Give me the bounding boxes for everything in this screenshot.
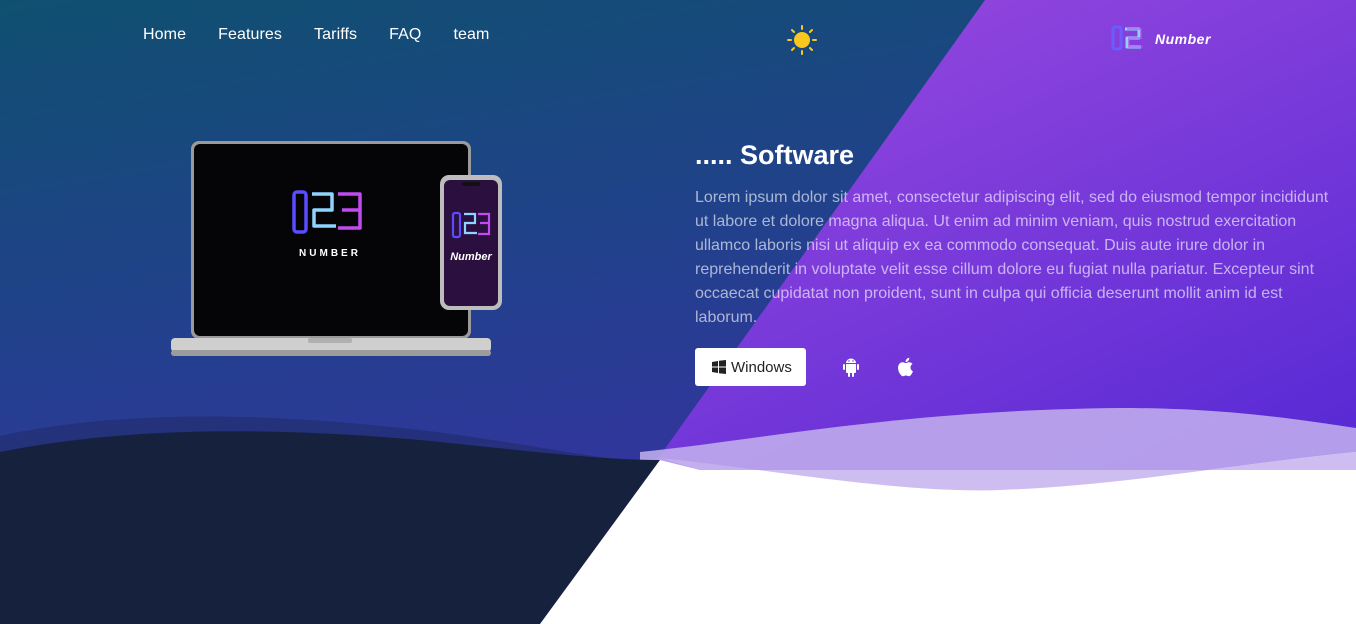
phone-screen-text: Number [450, 251, 492, 263]
nav-faq[interactable]: FAQ [389, 26, 421, 44]
android-icon [842, 358, 859, 377]
apple-icon [897, 357, 913, 377]
windows-download-label: Windows [731, 358, 792, 376]
main-nav: Home Features Tariffs FAQ team [143, 26, 489, 44]
landing-page: Home Features Tariffs FAQ team Number NU… [0, 0, 1356, 624]
apple-download-button[interactable] [896, 356, 918, 378]
download-options: Windows [695, 348, 918, 386]
nav-features[interactable]: Features [218, 26, 282, 44]
sun-icon [787, 25, 817, 55]
theme-toggle-button[interactable] [786, 24, 818, 56]
laptop-screen-text: NUMBER [299, 248, 361, 259]
android-download-button[interactable] [840, 356, 862, 378]
nav-tariffs[interactable]: Tariffs [314, 26, 357, 44]
123-logo-icon [1111, 25, 1143, 51]
brand-logo[interactable]: Number [1111, 24, 1211, 54]
nav-home[interactable]: Home [143, 26, 186, 44]
hero-description: Lorem ipsum dolor sit amet, consectetur … [695, 189, 1329, 326]
nav-team[interactable]: team [453, 26, 489, 44]
hero-title: ..... Software [695, 140, 855, 170]
windows-download-button[interactable]: Windows [695, 348, 806, 386]
brand-name: Number [1155, 31, 1211, 47]
windows-icon [712, 360, 726, 374]
device-mockup-image: NUMBER Number [171, 141, 502, 356]
